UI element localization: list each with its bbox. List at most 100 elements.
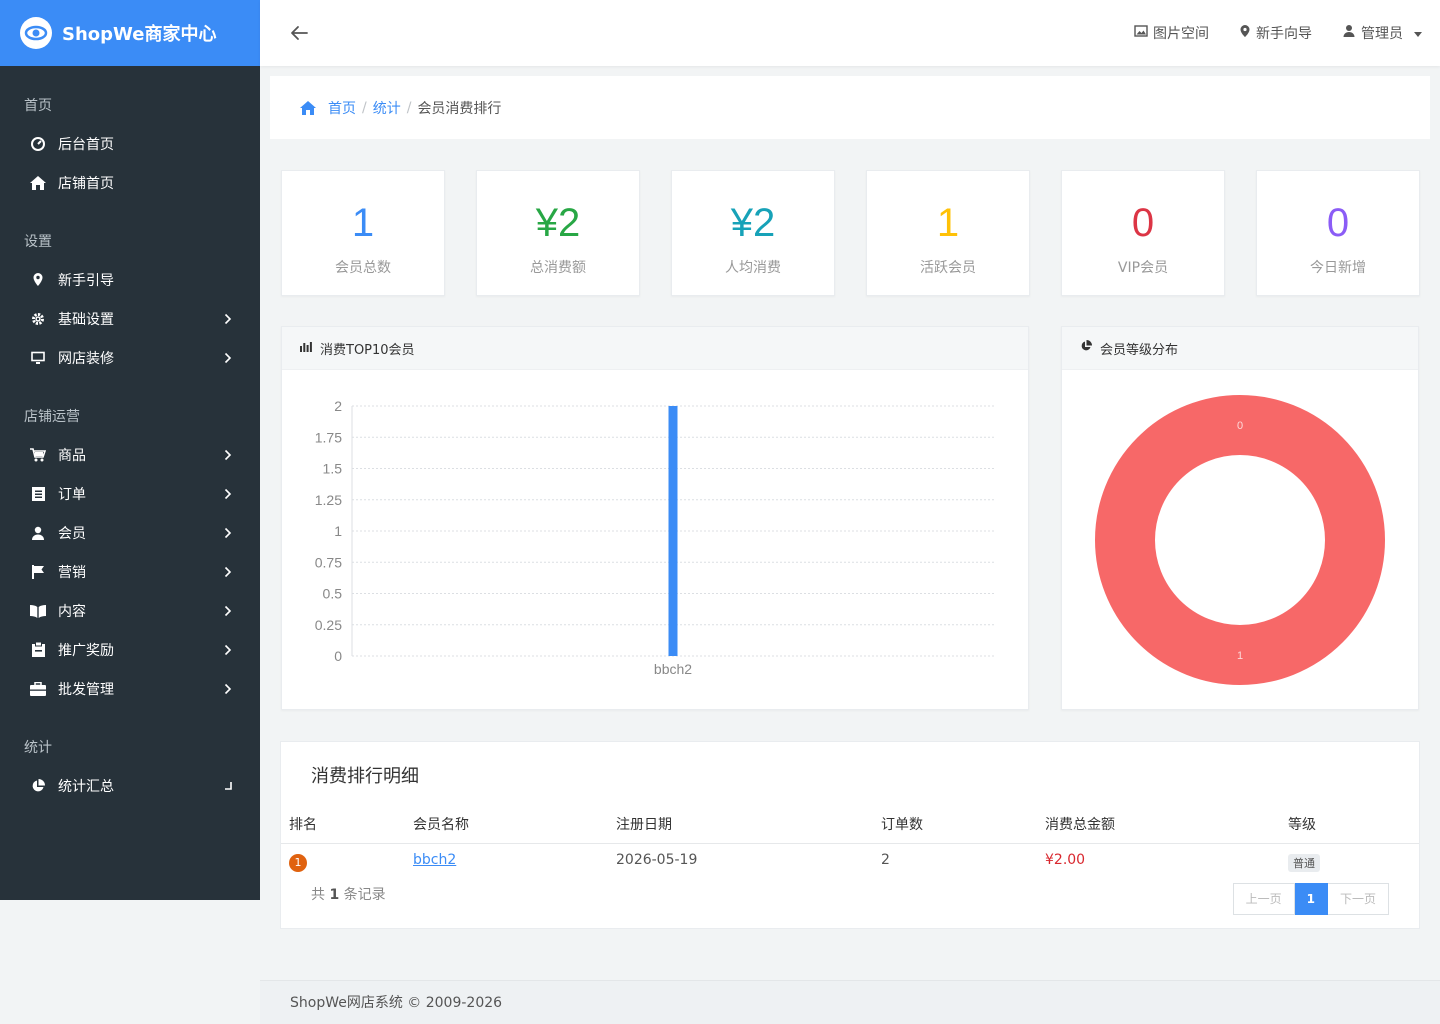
breadcrumb-separator: / (362, 99, 367, 116)
home-icon (30, 175, 46, 191)
sidebar-item-label: 商品 (58, 447, 86, 464)
stat-value: ¥2 (730, 201, 776, 245)
sidebar-item-label: 会员 (58, 525, 86, 542)
ranking-detail-panel: 消费排行明细 排名 会员名称 注册日期 订单数 消费总金额 等级 1 bbch2… (280, 741, 1420, 929)
chevron-right-icon (224, 683, 232, 695)
image-space-button[interactable]: 图片空间 (1134, 23, 1209, 43)
stat-value: 1 (351, 201, 375, 245)
sidebar-item-label: 店铺首页 (58, 175, 114, 192)
amount-cell: ¥2.00 (1045, 852, 1086, 868)
breadcrumb-separator: / (406, 99, 412, 116)
donut-slice[interactable] (1095, 395, 1385, 685)
map-pin-icon (30, 272, 46, 288)
record-count-value: 1 (329, 887, 340, 903)
panel-title: 消费TOP10会员 (320, 342, 415, 358)
table-header: 排名 会员名称 注册日期 订单数 消费总金额 等级 (281, 814, 1419, 844)
nav-section-title: 设置 (24, 234, 52, 250)
bar[interactable] (668, 406, 678, 656)
chevron-right-icon (224, 313, 232, 325)
column-header-member-name: 会员名称 (413, 817, 469, 833)
panel-header: 消费TOP10会员 (282, 327, 1028, 370)
pagination: 上一页 1 下一页 (1232, 883, 1389, 915)
guide-button[interactable]: 新手向导 (1239, 23, 1312, 43)
sidebar-item-label: 订单 (58, 486, 86, 503)
top10-members-panel: 消费TOP10会员 0 0.25 0.5 0.75 1 1.25 1.5 1.75 2 bbch2 (281, 326, 1029, 710)
gear-icon (30, 311, 46, 327)
home-icon[interactable] (300, 100, 316, 115)
map-pin-icon (1239, 24, 1251, 42)
slice-value-label: 1 (1237, 650, 1243, 662)
clipboard-icon (30, 642, 46, 658)
footer: ShopWe网店系统 © 2009-2026 (260, 980, 1440, 1024)
sidebar-item[interactable]: 商品 (0, 435, 260, 474)
pie-chart-icon (1080, 340, 1100, 356)
column-header-amount: 消费总金额 (1045, 817, 1115, 833)
nav-section: 统计统计汇总 (0, 708, 260, 805)
column-header-reg-date: 注册日期 (616, 817, 672, 833)
image-icon (1134, 24, 1148, 42)
level-badge: 普通 (1288, 854, 1320, 872)
sidebar-item[interactable]: 基础设置 (0, 299, 260, 338)
guide-label: 新手向导 (1256, 26, 1312, 42)
sidebar-item[interactable]: 后台首页 (0, 124, 260, 163)
stat-card-total-members: 1 会员总数 (281, 170, 445, 296)
dashboard-icon (30, 136, 46, 152)
breadcrumb-statistics[interactable]: 统计 (373, 98, 401, 118)
sidebar-item[interactable]: 推广奖励 (0, 630, 260, 669)
y-tick-label: 1.75 (315, 429, 342, 445)
back-arrow-icon[interactable] (288, 22, 310, 44)
sidebar-item[interactable]: 新手引导 (0, 260, 260, 299)
top-bar: 图片空间 新手向导 管理员 (260, 0, 1440, 66)
next-page-button[interactable]: 下一页 (1327, 883, 1389, 915)
y-tick-label: 1 (334, 523, 342, 539)
stat-label: 会员总数 (335, 260, 391, 276)
y-tick-label: 2 (334, 398, 342, 414)
nav-section-title: 首页 (24, 98, 52, 114)
prev-page-button[interactable]: 上一页 (1232, 883, 1295, 915)
image-space-label: 图片空间 (1153, 26, 1209, 42)
footer-copyright: ShopWe网店系统 © 2009-2026 (290, 995, 503, 1011)
caret-down-icon (1414, 25, 1422, 41)
expanded-indicator-icon (224, 780, 232, 792)
brand-logo[interactable]: ShopWe商家中心 (0, 0, 260, 66)
slice-value-label: 0 (1237, 420, 1243, 432)
nav-section: 店铺运营 商品 订单 会员 营销 内容 推广奖励 批发管理 (0, 377, 260, 708)
cart-icon (30, 447, 46, 463)
pie-chart-icon (30, 778, 46, 794)
stat-value: ¥2 (535, 201, 581, 245)
sidebar-item[interactable]: 批发管理 (0, 669, 260, 708)
table-row: 1 bbch2 2026-05-19 2 ¥2.00 普通 (281, 852, 1419, 880)
sidebar-nav: 首页 后台首页 店铺首页 设置 新手引导 基础设置 网店装修 店铺运营 商品 订单 会员 营销 内容 推广… (0, 66, 260, 805)
breadcrumb: 首页 / 统计 / 会员消费排行 (270, 76, 1430, 139)
sidebar-item[interactable]: 会员 (0, 513, 260, 552)
sidebar-item[interactable]: 网店装修 (0, 338, 260, 377)
reg-date-cell: 2026-05-19 (616, 852, 698, 868)
member-name-link[interactable]: bbch2 (413, 852, 456, 868)
stat-card-total-spend: ¥2 总消费额 (476, 170, 640, 296)
breadcrumb-home[interactable]: 首页 (328, 98, 356, 118)
stat-card-new-today: 0 今日新增 (1256, 170, 1420, 296)
record-count-prefix: 共 (311, 887, 325, 903)
sidebar-item[interactable]: 店铺首页 (0, 163, 260, 202)
stat-value: 0 (1326, 201, 1350, 245)
chevron-right-icon (224, 488, 232, 500)
column-header-level: 等级 (1288, 817, 1316, 833)
chevron-right-icon (224, 352, 232, 364)
sidebar-item[interactable]: 内容 (0, 591, 260, 630)
sidebar-item[interactable]: 订单 (0, 474, 260, 513)
y-tick-label: 1.5 (323, 461, 343, 477)
page-1-button[interactable]: 1 (1294, 883, 1328, 915)
stat-card-vip-members: 0 VIP会员 (1061, 170, 1225, 296)
sidebar-item[interactable]: 营销 (0, 552, 260, 591)
admin-menu[interactable]: 管理员 (1342, 23, 1422, 43)
user-icon (30, 525, 46, 541)
admin-label: 管理员 (1361, 26, 1403, 42)
stat-card-avg-spend: ¥2 人均消费 (671, 170, 835, 296)
sidebar-item[interactable]: 统计汇总 (0, 766, 260, 805)
eye-logo-icon (20, 17, 52, 49)
nav-section-title: 统计 (24, 740, 52, 756)
sidebar-item-label: 后台首页 (58, 136, 114, 153)
panel-title: 会员等级分布 (1100, 342, 1179, 358)
bar-chart-icon (300, 341, 320, 356)
brand-name: ShopWe商家中心 (62, 24, 217, 45)
